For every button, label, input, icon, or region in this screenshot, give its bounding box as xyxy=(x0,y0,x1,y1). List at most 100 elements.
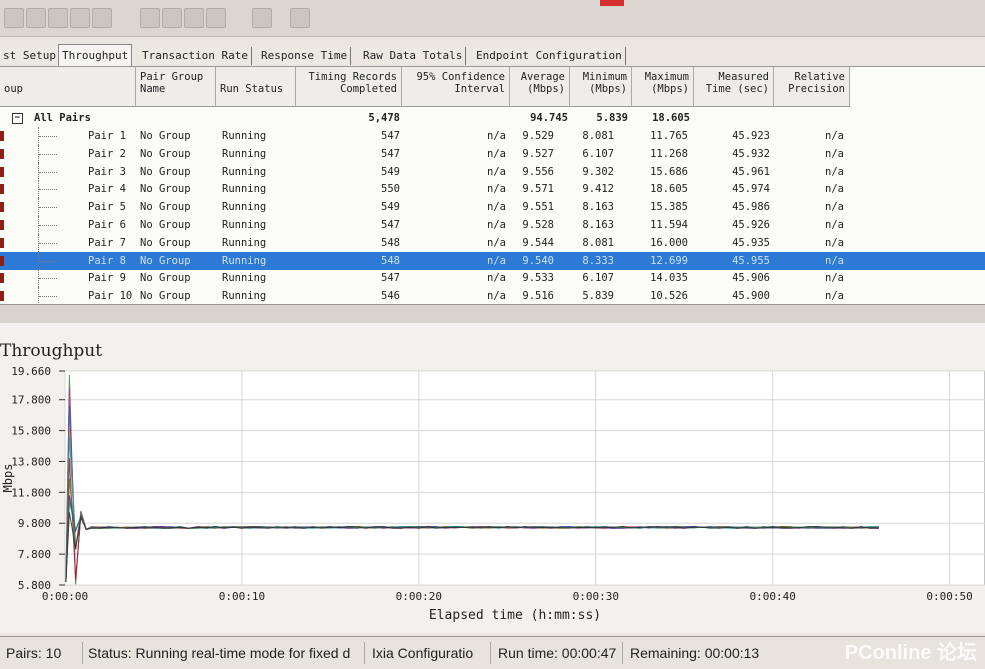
column-header-run-status[interactable]: Run Status xyxy=(216,67,296,107)
tab-transaction-rate[interactable]: Transaction Rate xyxy=(139,47,252,65)
collapse-icon[interactable]: − xyxy=(12,113,23,124)
column-header-confidence[interactable]: 95% Confidence Interval xyxy=(402,67,510,107)
toolbar-button[interactable] xyxy=(48,8,68,28)
tree-line xyxy=(39,153,57,155)
column-header-pair-group-name[interactable]: Pair Group Name xyxy=(136,67,216,107)
measured-time: 45.974 xyxy=(732,183,770,196)
tree-line xyxy=(39,225,57,226)
pair-status-icon xyxy=(0,273,4,284)
toolbar-button[interactable] xyxy=(70,8,90,28)
splitter[interactable] xyxy=(0,304,985,324)
pair-group: No Group xyxy=(140,290,191,303)
tree-line xyxy=(39,171,57,173)
y-tick-label: 13.800 xyxy=(11,455,51,468)
maximum-mbps: 12.699 xyxy=(650,254,688,267)
tree-line xyxy=(39,296,57,298)
confidence-interval: n/a xyxy=(487,165,506,178)
average-mbps: 9.556 xyxy=(522,165,554,178)
timing-records: 548 xyxy=(381,236,400,249)
pair-name: Pair 6 xyxy=(88,219,126,231)
table-row[interactable]: Pair 6 No Group Running 547 n/a 9.528 8.163 11.… xyxy=(0,216,985,234)
average-mbps: 9.516 xyxy=(522,290,554,303)
pair-status-icon xyxy=(0,291,4,302)
column-header-group[interactable]: oup xyxy=(0,67,136,107)
minimum-mbps: 5.839 xyxy=(582,290,614,303)
pair-group: No Group xyxy=(140,272,191,285)
toolbar-button[interactable] xyxy=(184,8,204,28)
column-header-maximum[interactable]: Maximum (Mbps) xyxy=(632,67,694,107)
x-tick-label: 0:00:20 xyxy=(396,590,442,603)
pair-status-icon xyxy=(0,202,4,213)
column-header-timing-records[interactable]: Timing Records Completed xyxy=(296,67,402,107)
table-row[interactable]: Pair 4 No Group Running 550 n/a 9.571 9.412 18.… xyxy=(0,180,985,199)
table-row[interactable]: Pair 10 No Group Running 546 n/a 9.516 5.839 10… xyxy=(0,287,985,306)
status-pairs: Pairs: 10 xyxy=(0,642,83,664)
confidence-interval: n/a xyxy=(487,130,506,142)
pair-group: No Group xyxy=(140,130,191,142)
toolbar-button[interactable] xyxy=(290,8,310,28)
column-header-minimum[interactable]: Minimum (Mbps) xyxy=(570,67,632,107)
pair-status-icon xyxy=(0,148,4,159)
pair-name: Pair 2 xyxy=(88,147,126,160)
table-row[interactable]: Pair 7 No Group Running 548 n/a 9.544 8.081 16.… xyxy=(0,233,985,252)
toolbar-button[interactable] xyxy=(162,8,182,28)
run-status: Running xyxy=(222,165,267,178)
toolbar-button[interactable] xyxy=(4,8,24,28)
x-tick-label: 0:00:50 xyxy=(926,590,972,603)
tree-line xyxy=(39,207,57,209)
maximum-mbps: 15.385 xyxy=(650,201,688,214)
confidence-interval: n/a xyxy=(487,183,506,196)
column-header-measured-time[interactable]: Measured Time (sec) xyxy=(694,67,774,107)
average-mbps: 9.529 xyxy=(522,130,554,142)
tab-response-time[interactable]: Response Time xyxy=(258,47,352,65)
timing-records: 549 xyxy=(381,165,400,178)
x-tick-label: 0:00:10 xyxy=(219,590,265,603)
summary-label: All Pairs xyxy=(34,112,91,124)
maximum-mbps: 10.526 xyxy=(650,290,688,303)
summary-records: 5,478 xyxy=(368,112,400,124)
table-row[interactable]: Pair 1 No Group Running 547 n/a 9.529 8.081 11.… xyxy=(0,127,985,145)
table-row[interactable]: Pair 2 No Group Running 547 n/a 9.527 6.107 11.… xyxy=(0,144,985,163)
table-row[interactable]: Pair 3 No Group Running 549 n/a 9.556 9.302 15.… xyxy=(0,162,985,181)
tab-throughput[interactable]: Throughput xyxy=(58,44,133,66)
toolbar xyxy=(0,0,985,37)
average-mbps: 9.528 xyxy=(522,219,554,231)
toolbar-button[interactable] xyxy=(206,8,226,28)
pair-status-icon xyxy=(0,255,4,266)
relative-precision: n/a xyxy=(825,165,844,178)
column-header-average[interactable]: Average (Mbps) xyxy=(510,67,570,107)
run-status: Running xyxy=(222,130,267,142)
throughput-chart: 19.660 17.800 15.800 13.800 11.800 9.800 7.800… xyxy=(1,365,985,623)
toolbar-button[interactable] xyxy=(26,8,46,28)
tab-test-setup[interactable]: st Setup xyxy=(0,47,60,65)
run-status: Running xyxy=(222,254,267,267)
close-icon[interactable] xyxy=(600,0,624,6)
minimum-mbps: 8.163 xyxy=(582,219,614,231)
maximum-mbps: 11.594 xyxy=(650,219,688,231)
timing-records: 547 xyxy=(381,219,400,231)
measured-time: 45.955 xyxy=(732,254,770,267)
pair-name: Pair 3 xyxy=(88,165,126,178)
plot-area xyxy=(64,370,985,586)
measured-time: 45.986 xyxy=(732,201,770,214)
table-row[interactable]: Pair 5 No Group Running 549 n/a 9.551 8.163 15.… xyxy=(0,198,985,217)
average-mbps: 9.544 xyxy=(522,236,554,249)
toolbar-button[interactable] xyxy=(92,8,112,28)
tab-endpoint-configuration[interactable]: Endpoint Configuration xyxy=(473,47,626,65)
relative-precision: n/a xyxy=(825,219,844,231)
tab-raw-data-totals[interactable]: Raw Data Totals xyxy=(360,47,467,65)
pair-group: No Group xyxy=(140,254,191,267)
toolbar-button[interactable] xyxy=(252,8,272,28)
pair-status-icon xyxy=(0,166,4,177)
toolbar-button[interactable] xyxy=(140,8,160,28)
column-header-relative-precision[interactable]: Relative Precision xyxy=(774,67,850,107)
run-status: Running xyxy=(222,272,267,285)
pair-name: Pair 8 xyxy=(88,254,126,267)
table-row[interactable]: Pair 9 No Group Running 547 n/a 9.533 6.107 14.… xyxy=(0,269,985,288)
measured-time: 45.926 xyxy=(732,219,770,231)
summary-minimum: 5.839 xyxy=(596,112,628,124)
pair-status-icon xyxy=(0,237,4,248)
y-tick-label: 7.800 xyxy=(18,548,51,561)
summary-row[interactable]: − All Pairs 5,478 94.745 5.839 18.605 xyxy=(0,109,985,127)
table-row[interactable]: Pair 8 No Group Running 548 n/a 9.540 8.333 12.… xyxy=(0,251,985,270)
